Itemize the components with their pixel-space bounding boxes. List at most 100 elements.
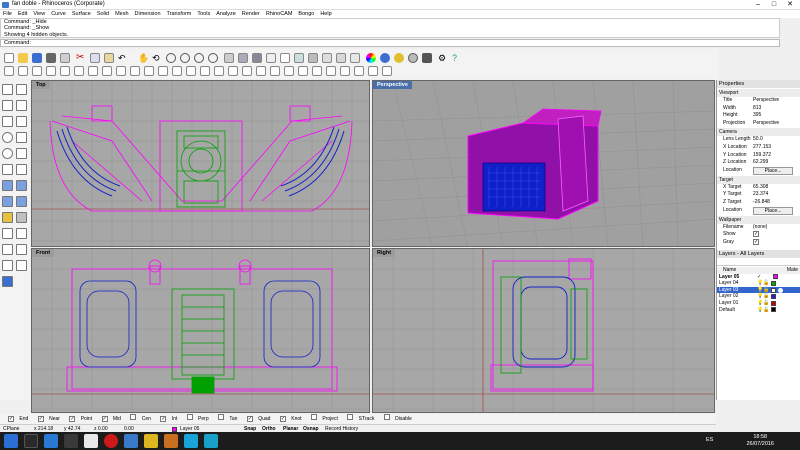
prop-row[interactable]: Y Location 159.372 — [717, 152, 800, 160]
mirror-icon[interactable] — [16, 244, 27, 255]
options-gear-icon[interactable]: ⚙ — [438, 53, 448, 63]
revolve-icon[interactable] — [16, 196, 27, 207]
layer-color-swatch[interactable] — [771, 287, 777, 293]
menu-analyze[interactable]: Analyze — [213, 10, 239, 18]
osnap-near[interactable]: ✓ Near — [34, 414, 60, 424]
layer-color-swatch[interactable] — [771, 300, 777, 306]
osnap-project[interactable]: Project — [307, 414, 338, 424]
menu-view[interactable]: View — [30, 10, 48, 18]
curve-icon[interactable] — [2, 116, 13, 127]
rotate-view-icon[interactable]: ⟲ — [152, 53, 162, 63]
solid-box-icon[interactable] — [2, 212, 13, 223]
circle-icon[interactable] — [2, 132, 13, 143]
ellipse-icon[interactable] — [2, 148, 13, 159]
ellipse-tool-icon[interactable] — [102, 66, 112, 76]
rectangle-tool-icon[interactable] — [88, 66, 98, 76]
arc-icon[interactable] — [16, 132, 27, 143]
viewport-perspective[interactable]: Perspective — [372, 80, 715, 247]
offset-tool-icon[interactable] — [144, 66, 154, 76]
point-tool-icon[interactable] — [4, 66, 14, 76]
open-folder-icon[interactable] — [18, 53, 28, 63]
menu-dimension[interactable]: Dimension — [132, 10, 164, 18]
layer-row[interactable]: Layer 02 💡 🔓 — [717, 293, 800, 300]
maximize-icon[interactable]: □ — [768, 0, 780, 9]
extrude-surface-icon[interactable] — [16, 180, 27, 191]
material-sphere-icon[interactable] — [778, 287, 784, 293]
zoom-window-icon[interactable] — [180, 53, 190, 63]
trim-tool-icon[interactable] — [172, 66, 182, 76]
menu-file[interactable]: File — [0, 10, 15, 18]
rotate-tool-icon[interactable] — [256, 66, 266, 76]
move-icon[interactable] — [2, 228, 13, 239]
prop-row[interactable]: Title Perspective — [717, 97, 800, 105]
copy-icon[interactable] — [90, 53, 100, 63]
array-tool-icon[interactable] — [298, 66, 308, 76]
viewport-title-right[interactable]: Right — [373, 249, 396, 257]
scale-icon[interactable] — [2, 244, 13, 255]
osnap-end[interactable]: ✓ End — [4, 414, 28, 424]
loft-tool-icon[interactable] — [326, 66, 336, 76]
properties-icon[interactable] — [350, 53, 360, 63]
boolean-difference-icon[interactable] — [368, 66, 378, 76]
layer-color-swatch[interactable] — [771, 280, 777, 286]
prop-row[interactable]: X Location 277.153 — [717, 144, 800, 152]
boolean-union-icon[interactable] — [354, 66, 364, 76]
menu-solid[interactable]: Solid — [94, 10, 112, 18]
prop-row[interactable]: Y Target 23.374 — [717, 191, 800, 199]
paste-icon[interactable] — [104, 53, 114, 63]
osnap-int[interactable]: ✓ Int — [156, 414, 177, 424]
prop-row[interactable]: Filename (none) — [717, 224, 800, 232]
menu-render[interactable]: Render — [239, 10, 263, 18]
prop-row[interactable]: Z Location 62.299 — [717, 159, 800, 167]
mesh-icon[interactable] — [2, 276, 13, 287]
show-checkbox[interactable]: ✓ — [753, 231, 759, 238]
lock-icon[interactable]: 🔓 — [763, 293, 769, 300]
menu-mesh[interactable]: Mesh — [112, 10, 131, 18]
lock-icon[interactable]: 🔓 — [763, 280, 769, 287]
dimension-tool-icon[interactable] — [382, 66, 392, 76]
viewport-front[interactable]: Front — [31, 248, 370, 413]
undo-icon[interactable]: ↶ — [118, 53, 128, 63]
app-task-icon-3[interactable] — [184, 434, 198, 448]
wireframe-icon[interactable] — [280, 53, 290, 63]
system-clock[interactable]: 18:58 26/07/2016 — [746, 434, 774, 448]
prop-row[interactable]: Gray ✓ — [717, 238, 800, 247]
perspective-view-icon[interactable] — [252, 53, 262, 63]
opera-icon[interactable] — [104, 434, 118, 448]
layer-color-swatch[interactable] — [773, 274, 779, 280]
point-icon[interactable] — [16, 84, 27, 95]
layer-row[interactable]: Layer 01 💡 🔓 — [717, 300, 800, 307]
rhino-task-icon[interactable] — [84, 434, 98, 448]
color-wheel-icon[interactable] — [366, 53, 376, 63]
material-sphere-icon[interactable] — [408, 53, 418, 63]
viewport-title-front[interactable]: Front — [32, 249, 55, 257]
rectangle-icon[interactable] — [16, 116, 27, 127]
prop-row[interactable]: Height 395 — [717, 112, 800, 120]
prop-row[interactable]: Projection Perspective — [717, 120, 800, 128]
menu-transform[interactable]: Transform — [164, 10, 195, 18]
help-icon[interactable]: ? — [452, 53, 462, 63]
zoom-extents-icon[interactable] — [194, 53, 204, 63]
loft-icon[interactable] — [2, 196, 13, 207]
join-tool-icon[interactable] — [200, 66, 210, 76]
cut-icon[interactable]: ✂ — [76, 53, 86, 63]
viewport-right[interactable]: Right — [372, 248, 715, 413]
offset-curve-icon[interactable] — [16, 164, 27, 175]
zoom-selected-icon[interactable] — [208, 53, 218, 63]
mirror-tool-icon[interactable] — [284, 66, 294, 76]
osnap-strack[interactable]: STrack — [343, 414, 374, 424]
clipboard-icon[interactable] — [60, 53, 70, 63]
prop-row[interactable]: X Target 65.308 — [717, 184, 800, 192]
cplane-icon[interactable] — [266, 53, 276, 63]
camera-place-button[interactable]: Place... — [753, 166, 793, 175]
split-icon[interactable] — [16, 260, 27, 271]
osnap-cen[interactable]: Cen — [126, 414, 151, 424]
trim-icon[interactable] — [2, 260, 13, 271]
menu-rhinocam[interactable]: RhinoCAM — [263, 10, 296, 18]
prop-row[interactable]: Show ✓ — [717, 231, 800, 239]
sweep-tool-icon[interactable] — [340, 66, 350, 76]
boolean-icon[interactable] — [16, 212, 27, 223]
prop-row[interactable]: Lens Length 50.0 — [717, 136, 800, 144]
lock-icon[interactable]: 🔓 — [763, 307, 769, 314]
line-icon[interactable] — [2, 100, 13, 111]
